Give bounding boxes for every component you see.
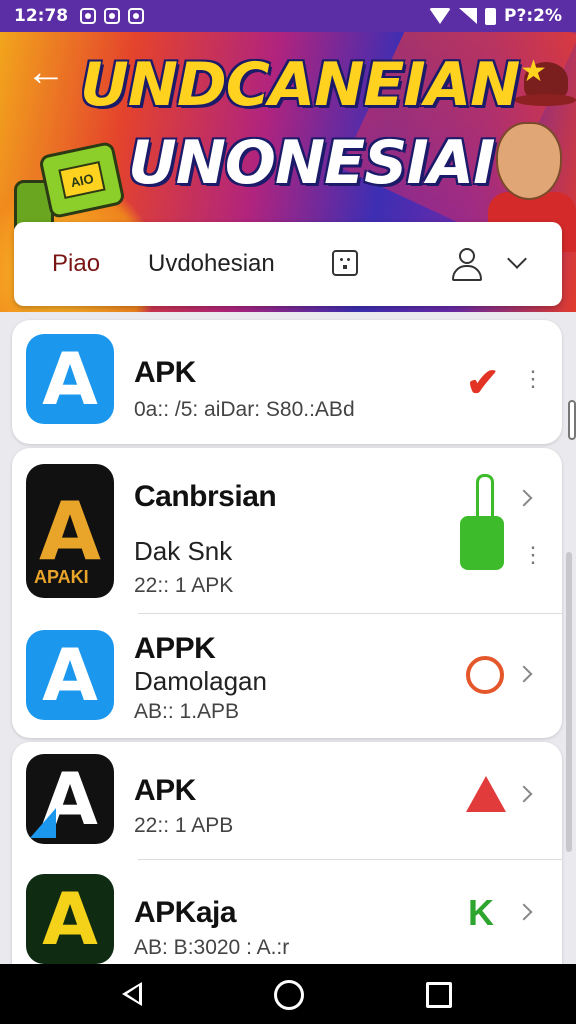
chevron-down-icon[interactable] [507,249,527,269]
star-icon: ★ [520,55,547,88]
tab-bar: Piao Uvdohesian [14,222,562,306]
check-icon: ✔ [466,361,500,405]
list-item[interactable]: A APAKI Canbrsian Dak Snk 22:: 1 APK ⋮ [12,448,562,614]
battery-text: P?:2% [504,6,562,26]
apaki-icon: A APAKI [26,464,114,598]
scroll-handle[interactable] [568,400,576,440]
app-logo-icon: A [26,754,114,844]
chevron-right-icon[interactable] [515,903,533,921]
app-name: APK [134,356,196,389]
nav-home-icon[interactable] [274,980,304,1010]
list-item[interactable]: A APK 22:: 1 APB [12,742,562,860]
status-notification-icons [80,8,145,24]
app-name: Canbrsian [134,480,277,513]
star-badge-icon [466,776,506,812]
chevron-right-icon[interactable] [515,665,533,683]
banner-title-line2: UNONESIAI [128,128,495,198]
leaf-icon: K [468,892,494,933]
app-subtitle: Dak Snk [134,536,233,566]
status-time: 12:78 [14,6,69,26]
chevron-right-icon[interactable] [515,785,533,803]
app-meta: AB:: 1.APB [134,700,240,723]
app-name: APKaja [134,896,237,929]
app-list: A APK 0a:: /5: aiDar: S80.:ABd ✔ ⋮ A APA… [0,312,576,964]
android-plug-icon [460,474,504,580]
app-card: A APAKI Canbrsian Dak Snk 22:: 1 APK ⋮ A… [12,448,562,738]
list-item[interactable]: A APK 0a:: /5: aiDar: S80.:ABd ✔ ⋮ [12,320,562,444]
notification-icon [80,8,97,24]
list-item[interactable]: A APPK Damolagan AB:: 1.APB [12,614,562,738]
message-icon [128,8,145,24]
battery-icon [485,7,497,25]
list-item[interactable]: A APKaja AB: B:3020 : A.:r K [12,860,562,964]
tab-piao[interactable]: Piao [52,250,100,278]
app-subtitle: Damolagan [134,666,267,696]
badge-icon [466,656,504,694]
person-illustration [488,118,576,252]
scrollbar[interactable] [566,552,572,852]
wifi-icon [429,8,452,24]
signal-icon [459,8,478,24]
more-icon[interactable]: ⋮ [522,544,544,566]
system-nav-bar [0,964,576,1024]
status-bar: 12:78 P?:2% [0,0,576,32]
app-meta: 22:: 1 APK [134,574,234,597]
apkaja-icon: A [26,874,114,964]
user-icon[interactable] [450,248,482,281]
gallery-icon [104,8,121,24]
nav-recents-icon[interactable] [426,982,452,1008]
app-card: A APK 22:: 1 APB A APKaja AB: B:3020 : A… [12,742,562,964]
app-meta: 0a:: /5: aiDar: S80.:ABd [134,398,355,421]
feedback-icon[interactable] [332,250,358,276]
chevron-right-icon[interactable] [515,489,533,507]
tab-uvdohesian[interactable]: Uvdohesian [148,250,275,278]
app-store-icon: A [26,334,114,424]
app-name: APPK [134,632,216,665]
app-name: APK [134,774,196,807]
back-arrow-icon[interactable]: ← [26,52,66,92]
banner-title-line1: UNDCANEIAN [80,50,520,120]
app-card: A APK 0a:: /5: aiDar: S80.:ABd ✔ ⋮ [12,320,562,444]
app-icon-label: APAKI [34,567,89,587]
more-icon[interactable]: ⋮ [522,368,544,390]
app-meta: 22:: 1 APB [134,814,234,837]
app-meta: AB: B:3020 : A.:r [134,936,290,959]
nav-back-icon[interactable] [122,982,142,1006]
app-store-icon: A [26,630,114,720]
robot-face-text: AIO [58,160,106,200]
